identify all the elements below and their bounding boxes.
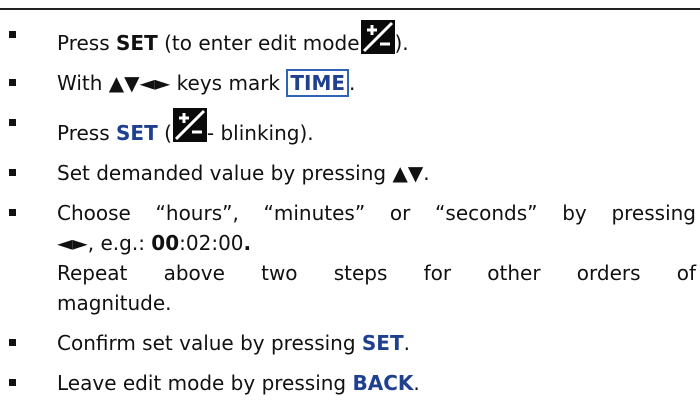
bullet-icon bbox=[9, 169, 16, 176]
text: . bbox=[413, 371, 420, 395]
example-line: ◄►, e.g.: 00:02:00. bbox=[57, 228, 696, 258]
text: Press bbox=[57, 121, 116, 145]
example-rest: :02:00 bbox=[179, 231, 244, 255]
instruction-list: Press SET (to enter edit mode). With ▲▼◄… bbox=[0, 20, 700, 408]
list-item-leave-edit: Leave edit mode by pressing BACK. bbox=[0, 368, 700, 398]
edit-mode-icon bbox=[360, 20, 395, 54]
text: Set demanded value by pressing bbox=[57, 161, 393, 185]
text: (to enter edit mode bbox=[157, 31, 360, 55]
text: - blinking). bbox=[206, 121, 314, 145]
key-set: SET bbox=[116, 31, 158, 55]
list-item-set-value: Set demanded value by pressing ▲▼. bbox=[0, 158, 700, 188]
text: . bbox=[423, 161, 430, 185]
text: Leave edit mode by pressing bbox=[57, 371, 353, 395]
bullet-icon bbox=[9, 79, 16, 86]
example-hours: 00 bbox=[151, 231, 180, 255]
text: . bbox=[243, 231, 252, 255]
bullet-icon bbox=[9, 339, 16, 346]
text: ( bbox=[157, 121, 172, 145]
text: Repeat above two steps for other orders … bbox=[57, 261, 696, 285]
text: Press bbox=[57, 31, 116, 55]
text: magnitude. bbox=[57, 291, 172, 315]
bullet-icon bbox=[9, 379, 16, 386]
arrow-keys: ◄► bbox=[57, 231, 88, 255]
list-item-mark-time: With ▲▼◄► keys mark TIME. bbox=[0, 68, 700, 98]
list-item-choose-unit: Choose “hours”, “minutes” or “seconds” b… bbox=[0, 198, 700, 318]
bullet-icon bbox=[9, 31, 16, 38]
key-set: SET bbox=[361, 331, 404, 355]
edit-mode-icon bbox=[172, 108, 207, 142]
text: ). bbox=[394, 31, 409, 55]
text: , e.g.: bbox=[87, 231, 152, 255]
text: keys mark bbox=[170, 71, 287, 95]
list-item-enter-edit: Press SET (to enter edit mode). bbox=[0, 20, 700, 58]
time-label-box: TIME bbox=[286, 69, 350, 97]
top-divider bbox=[0, 8, 700, 10]
text: With bbox=[57, 71, 109, 95]
list-item-confirm: Confirm set value by pressing SET. bbox=[0, 328, 700, 358]
arrow-keys: ▲▼ bbox=[392, 161, 424, 185]
key-back: BACK bbox=[352, 371, 414, 395]
key-set: SET bbox=[116, 121, 158, 145]
list-item-press-set-blinking: Press SET ( - blinking). bbox=[0, 108, 700, 148]
text: Choose “hours”, “minutes” or “seconds” b… bbox=[57, 201, 696, 225]
text: . bbox=[403, 331, 410, 355]
arrow-keys: ▲▼◄► bbox=[108, 71, 171, 95]
bullet-icon bbox=[9, 209, 16, 216]
text: Confirm set value by pressing bbox=[57, 331, 362, 355]
text: . bbox=[349, 71, 356, 95]
bullet-icon bbox=[9, 119, 16, 126]
